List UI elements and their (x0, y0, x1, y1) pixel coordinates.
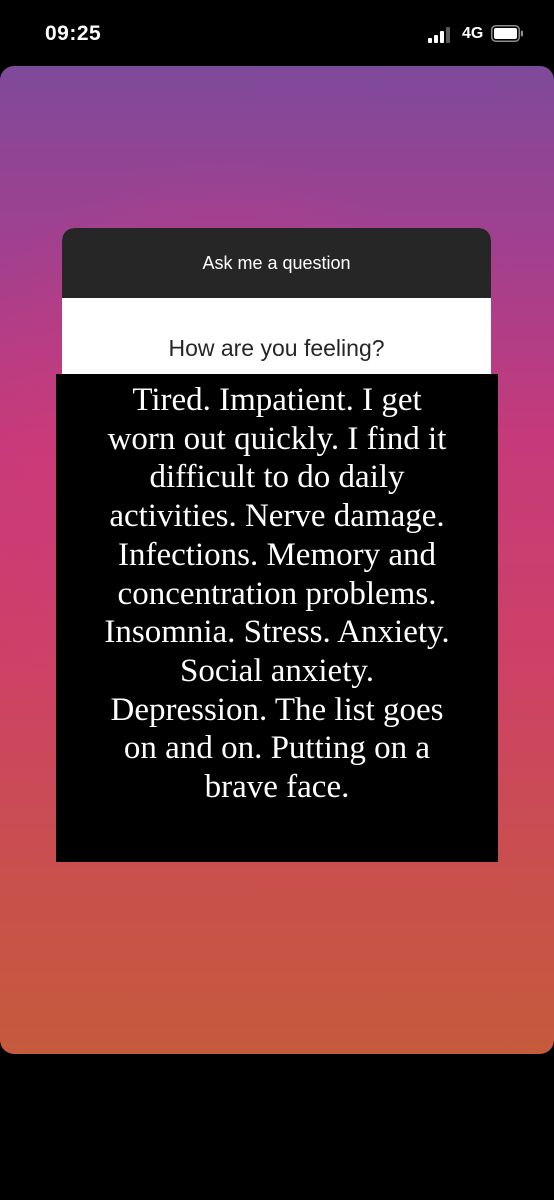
battery-icon (491, 25, 524, 42)
answer-line: brave face. (204, 769, 350, 806)
status-bar: 09:25 4G (0, 0, 554, 66)
answer-line: Infections. Memory and (118, 536, 436, 573)
cellular-signal-icon (428, 27, 454, 43)
answer-line: worn out quickly. I find it (107, 420, 447, 457)
network-type-label: 4G (462, 25, 484, 42)
question-sticker-header: Ask me a question (62, 228, 491, 298)
answer-line: concentration problems. (117, 575, 437, 612)
answer-line: Social anxiety. (180, 652, 374, 689)
answer-line: on and on. Putting on a (123, 730, 431, 767)
answer-line: Depression. The list goes (110, 691, 444, 728)
answer-text-box: Tired. Impatient. I get worn out quickly… (56, 374, 498, 862)
answer-line: activities. Nerve damage. (109, 498, 445, 535)
answer-line: difficult to do daily (149, 459, 405, 496)
status-time: 09:25 (45, 22, 102, 45)
answer-line: Tired. Impatient. I get (132, 382, 422, 418)
bottom-bar (0, 1054, 554, 1200)
answer-line: Insomnia. Stress. Anxiety. (104, 614, 450, 651)
